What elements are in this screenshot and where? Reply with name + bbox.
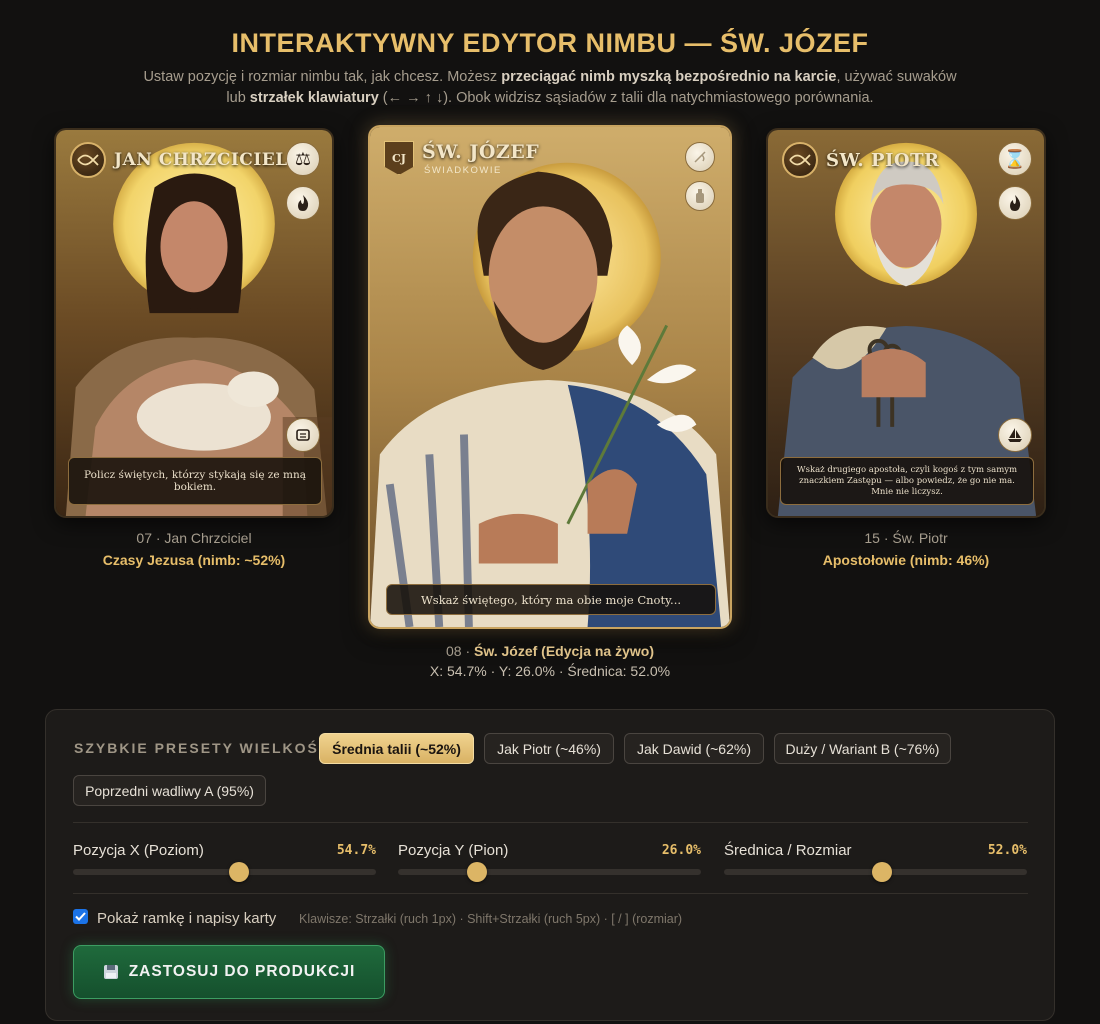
- card-title: Św. Józef (Edycja na żywo): [474, 643, 654, 659]
- slider-size-thumb[interactable]: [871, 862, 892, 882]
- hourglass-icon: ⌛: [998, 142, 1032, 176]
- presets-label: SZYBKIE PRESETY WIELKOŚCI:: [74, 740, 344, 756]
- card-quote: Wskaż świętego, który ma obie moje Cnoty…: [386, 584, 716, 615]
- card-sw-jozef-live[interactable]: CJ ŚW. JÓZEF ŚWIADKOWIE Wskaż świętego, …: [368, 125, 732, 629]
- card-name: JAN CHRZCICIEL: [114, 150, 288, 170]
- card-name: ŚW. PIOTR: [826, 150, 940, 171]
- flame-icon: [286, 186, 320, 220]
- slider-y[interactable]: [398, 862, 701, 882]
- trumpet-icon: [685, 142, 715, 172]
- card-sw-piotr: ŚW. PIOTR ⌛ Wskaż drugiego apostoła, czy…: [766, 128, 1046, 518]
- slider-size-value: 52.0%: [987, 843, 1027, 858]
- page-subtitle: Ustaw pozycję i rozmiar nimbu tak, jak c…: [143, 69, 957, 106]
- card-artwork: [370, 127, 730, 627]
- ichthys-fish-icon: [782, 142, 818, 178]
- slider-x-thumb[interactable]: [228, 862, 249, 882]
- flame-icon: [998, 186, 1032, 220]
- preset-chip-large[interactable]: Duży / Wariant B (~76%): [774, 733, 951, 764]
- card-number: 07 · Jan Chrzciciel: [136, 530, 252, 546]
- keyboard-hint: Klawisze: Strzałki (ruch 1px) · Shift+St…: [299, 912, 683, 926]
- scroll-icon: [286, 418, 320, 452]
- scales-icon: ⚖: [286, 142, 320, 176]
- divider: [73, 822, 1028, 823]
- slider-x-label: Pozycja X (Poziom): [73, 842, 204, 859]
- editor-panel: SZYBKIE PRESETY WIELKOŚCI: Średnia talii…: [45, 709, 1055, 1021]
- preset-chip-previous[interactable]: Poprzedni wadliwy A (95%): [73, 775, 266, 806]
- card-info: Czasy Jezusa (nimb: ~52%): [102, 552, 286, 568]
- page-title: INTERAKTYWNY EDYTOR NIMBU — ŚW. JÓZEF: [231, 28, 869, 58]
- card-info: Apostołowie (nimb: 46%): [822, 552, 990, 568]
- bottle-icon: [685, 181, 715, 211]
- slider-y-label: Pozycja Y (Pion): [398, 842, 509, 859]
- card-quote: Policz świętych, którzy stykają się ze m…: [68, 457, 322, 505]
- halo-coordinates-readout: X: 54.7% · Y: 26.0% · Średnica: 52.0%: [429, 663, 671, 679]
- slider-x-value: 54.7%: [336, 843, 376, 858]
- preset-chip-dawid[interactable]: Jak Dawid (~62%): [624, 733, 764, 764]
- card-caption-right: 15 · Św. Piotr Apostołowie (nimb: 46%): [766, 530, 1046, 568]
- floppy-disk-icon: [103, 965, 118, 979]
- slider-x[interactable]: [73, 862, 376, 882]
- preset-chip-piotr[interactable]: Jak Piotr (~46%): [484, 733, 614, 764]
- show-frame-label[interactable]: Pokaż ramkę i napisy karty: [97, 910, 276, 927]
- preset-chip-average[interactable]: Średnia talii (~52%): [319, 733, 474, 764]
- apply-button-label: ZASTOSUJ DO PRODUKCJI: [128, 963, 356, 980]
- boat-sail-icon: [998, 418, 1032, 452]
- card-number: 15 · Św. Piotr: [864, 530, 948, 546]
- apply-to-production-button[interactable]: ZASTOSUJ DO PRODUKCJI: [73, 945, 385, 999]
- slider-size-label: Średnica / Rozmiar: [724, 842, 852, 859]
- divider: [73, 893, 1028, 894]
- slider-size[interactable]: [724, 862, 1027, 882]
- show-frame-checkbox[interactable]: [73, 909, 88, 924]
- card-caption-center: 08 · Św. Józef (Edycja na żywo) X: 54.7%…: [368, 643, 732, 679]
- card-jan-chrzciciel: JAN CHRZCICIEL ⚖ Policz świętych, którzy…: [54, 128, 334, 518]
- card-caption-left: 07 · Jan Chrzciciel Czasy Jezusa (nimb: …: [54, 530, 334, 568]
- slider-y-value: 26.0%: [661, 843, 701, 858]
- card-name: ŚW. JÓZEF: [422, 141, 540, 163]
- card-group: ŚWIADKOWIE: [424, 165, 502, 176]
- card-quote: Wskaż drugiego apostoła, czyli kogoś z t…: [780, 457, 1034, 505]
- ichthys-fish-icon: [70, 142, 106, 178]
- slider-y-thumb[interactable]: [466, 862, 487, 882]
